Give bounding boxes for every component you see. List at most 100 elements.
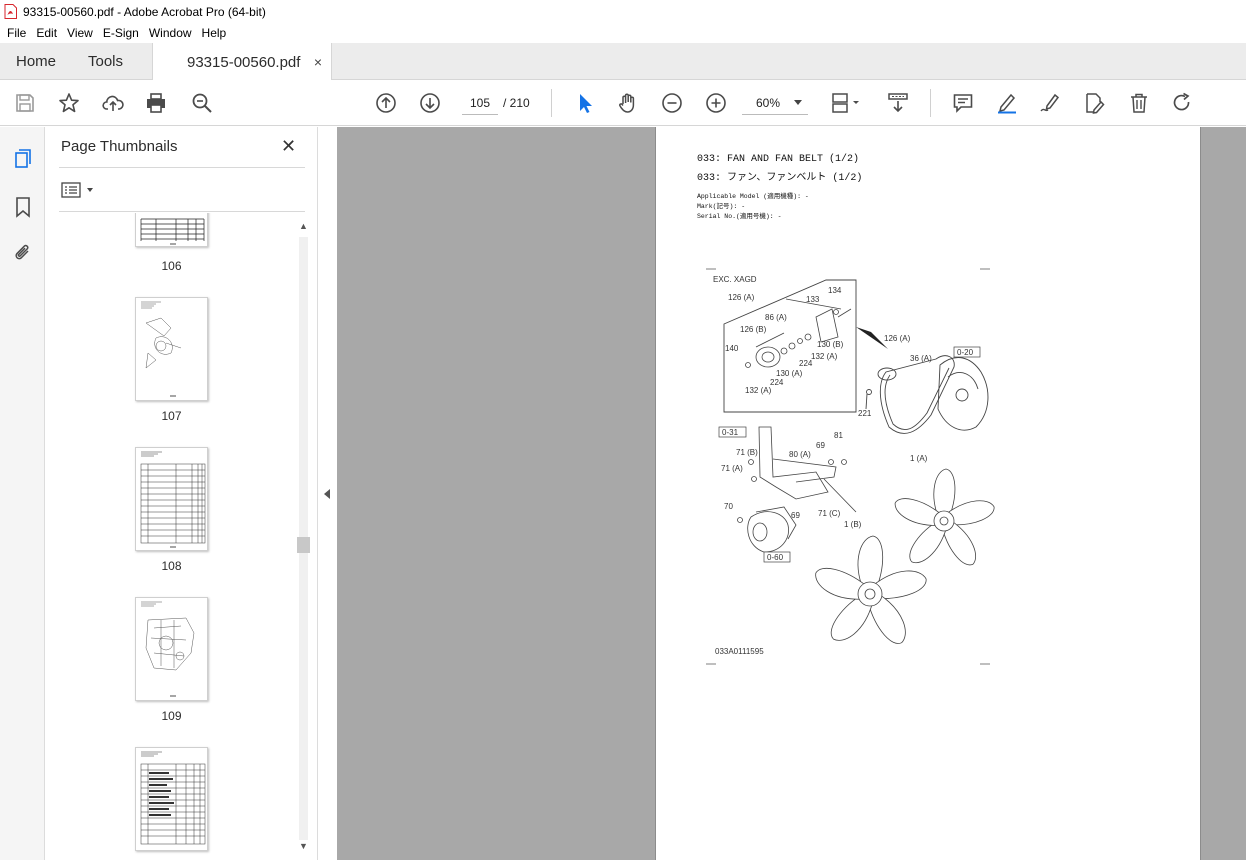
hand-tool-icon[interactable] bbox=[616, 91, 640, 115]
callout: 132 (A) bbox=[811, 352, 838, 361]
page-thumbnail[interactable] bbox=[135, 213, 208, 247]
zoom-value: 60% bbox=[756, 95, 781, 110]
edit-pdf-icon[interactable] bbox=[1082, 91, 1106, 115]
page-thumbnails-panel: Page Thumbnails ✕ 106 107 108 109 ▲ ▼ bbox=[45, 127, 318, 860]
callout: 80 (A) bbox=[789, 450, 811, 459]
panel-collapse-handle[interactable] bbox=[318, 127, 337, 860]
page-thumbnail[interactable] bbox=[135, 447, 208, 551]
callout: 134 bbox=[828, 286, 842, 295]
chevron-left-icon bbox=[324, 489, 330, 499]
menu-window[interactable]: Window bbox=[144, 26, 197, 40]
toolbar-divider bbox=[551, 89, 552, 117]
zoom-select[interactable]: 60% bbox=[742, 91, 808, 115]
previous-page-icon[interactable] bbox=[374, 91, 398, 115]
tab-bar: Home Tools 93315-00560.pdf × bbox=[0, 43, 1246, 81]
attachment-paperclip-icon[interactable] bbox=[11, 241, 35, 265]
callout: 1 (A) bbox=[910, 454, 928, 463]
callout: 132 (A) bbox=[745, 386, 772, 395]
menu-esign[interactable]: E-Sign bbox=[98, 26, 144, 40]
cloud-upload-icon[interactable] bbox=[101, 91, 125, 115]
callout: 126 (A) bbox=[884, 334, 911, 343]
callout: 69 bbox=[791, 511, 800, 520]
panel-divider bbox=[59, 167, 305, 168]
menu-edit[interactable]: Edit bbox=[31, 26, 62, 40]
print-icon[interactable] bbox=[144, 91, 168, 115]
callout: 86 (A) bbox=[765, 313, 787, 322]
options-list-icon bbox=[61, 182, 81, 198]
tab-tools[interactable]: Tools bbox=[88, 43, 123, 80]
delete-trash-icon[interactable] bbox=[1127, 91, 1151, 115]
bookmark-icon[interactable] bbox=[11, 195, 35, 219]
page-thumbnail[interactable] bbox=[135, 747, 208, 851]
zoom-out-icon[interactable] bbox=[660, 91, 684, 115]
panel-title: Page Thumbnails bbox=[61, 138, 178, 155]
tab-close-icon[interactable]: × bbox=[314, 54, 322, 70]
save-icon[interactable] bbox=[13, 91, 37, 115]
callout: 71 (B) bbox=[736, 448, 758, 457]
zoom-search-icon[interactable] bbox=[190, 91, 214, 115]
menu-view[interactable]: View bbox=[62, 26, 98, 40]
menu-bar: File Edit View E-Sign Window Help bbox=[0, 23, 1246, 43]
callout: 140 bbox=[725, 344, 739, 353]
figure-code: 033A0111595 bbox=[715, 647, 764, 656]
document-viewer[interactable]: 033: FAN AND FAN BELT (1/2) 033: ファン、ファン… bbox=[337, 127, 1246, 860]
callout: 0-31 bbox=[722, 428, 739, 437]
tab-home[interactable]: Home bbox=[16, 43, 56, 80]
thumbnail-label: 107 bbox=[161, 409, 182, 423]
panel-close-icon[interactable]: ✕ bbox=[281, 136, 296, 157]
callout: 126 (B) bbox=[740, 325, 767, 334]
scroll-up-icon[interactable]: ▲ bbox=[299, 221, 308, 231]
callout: 126 (A) bbox=[728, 293, 755, 302]
thumbnail-scrollbar[interactable]: ▲ ▼ bbox=[295, 219, 312, 860]
bookmark-star-icon[interactable] bbox=[57, 91, 81, 115]
zoom-in-icon[interactable] bbox=[704, 91, 728, 115]
draw-sign-icon[interactable] bbox=[1038, 91, 1062, 115]
chevron-down-icon bbox=[87, 188, 93, 192]
pdf-page: 033: FAN AND FAN BELT (1/2) 033: ファン、ファン… bbox=[655, 127, 1201, 860]
thumbnail-label: 106 bbox=[161, 259, 182, 273]
page-number-input[interactable] bbox=[462, 91, 498, 115]
highlight-pen-icon[interactable] bbox=[995, 91, 1019, 115]
scroll-down-icon[interactable]: ▼ bbox=[299, 841, 308, 851]
page-thumbnail[interactable] bbox=[135, 297, 208, 401]
comment-icon[interactable] bbox=[951, 91, 975, 115]
callout: 224 bbox=[770, 378, 784, 387]
thumbnail-options-button[interactable] bbox=[61, 180, 97, 200]
tab-document-label: 93315-00560.pdf bbox=[187, 53, 301, 71]
thumbnail-list: 106 107 108 109 bbox=[45, 213, 295, 860]
panel-divider bbox=[59, 211, 305, 212]
toolbar-divider bbox=[930, 89, 931, 117]
callout: 70 bbox=[724, 502, 733, 511]
scroll-thumb[interactable] bbox=[297, 537, 310, 553]
callout: 0-20 bbox=[957, 348, 974, 357]
callout: 133 bbox=[806, 295, 820, 304]
box-label: EXC. XAGD bbox=[713, 275, 757, 284]
callout: 81 bbox=[834, 431, 843, 440]
callout: 130 (B) bbox=[817, 340, 844, 349]
scroll-mode-icon[interactable] bbox=[886, 91, 910, 115]
navigation-rail bbox=[0, 127, 45, 860]
callout: 1 (B) bbox=[844, 520, 862, 529]
chevron-down-icon bbox=[794, 100, 802, 105]
menu-file[interactable]: File bbox=[2, 26, 31, 40]
rotate-icon[interactable] bbox=[1170, 91, 1194, 115]
callout: 221 bbox=[858, 409, 872, 418]
thumbnail-label: 108 bbox=[161, 559, 182, 573]
select-cursor-icon[interactable] bbox=[573, 91, 597, 115]
next-page-icon[interactable] bbox=[418, 91, 442, 115]
window-title: 93315-00560.pdf - Adobe Acrobat Pro (64-… bbox=[23, 4, 266, 19]
thumbnail-label: 109 bbox=[161, 709, 182, 723]
callout: 69 bbox=[816, 441, 825, 450]
callout: 0-60 bbox=[767, 553, 784, 562]
pdf-file-icon bbox=[4, 4, 17, 19]
callout: 71 (C) bbox=[818, 509, 841, 518]
page-layout-icon[interactable] bbox=[830, 91, 862, 115]
callout: 224 bbox=[799, 359, 813, 368]
tab-document[interactable]: 93315-00560.pdf × bbox=[152, 43, 332, 81]
page-total: / 210 bbox=[503, 96, 530, 110]
page-thumbnail[interactable] bbox=[135, 597, 208, 701]
toolbar bbox=[0, 80, 1246, 126]
title-bar: 93315-00560.pdf - Adobe Acrobat Pro (64-… bbox=[0, 0, 1246, 23]
menu-help[interactable]: Help bbox=[197, 26, 232, 40]
page-thumbnails-icon[interactable] bbox=[11, 147, 35, 171]
